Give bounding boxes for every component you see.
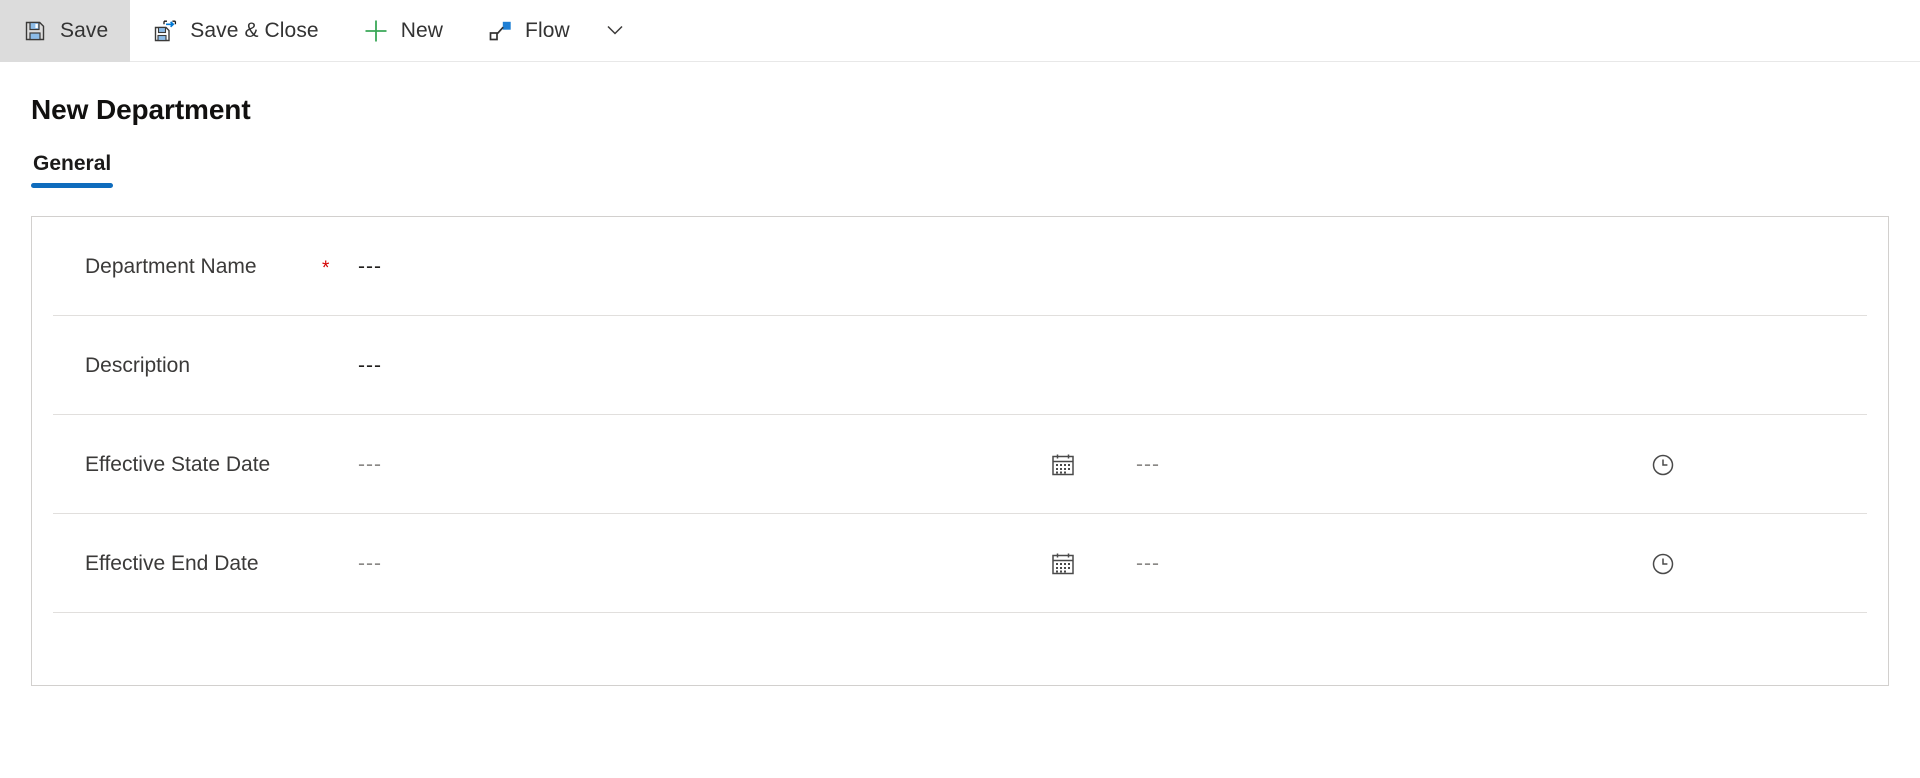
field-value-effective-end-date[interactable]: --- (358, 552, 382, 576)
required-indicator-description (322, 364, 358, 368)
flow-button-label: Flow (525, 19, 570, 42)
flow-button[interactable]: Flow (465, 0, 592, 62)
date-slot-effective-state-date: --- (358, 450, 1078, 480)
page-title: New Department (31, 94, 251, 125)
tab-general[interactable]: General (31, 152, 114, 188)
field-label-effective-end-date: Effective End Date (85, 551, 259, 575)
tab-strip: General (0, 126, 1920, 188)
field-value-description[interactable]: --- (358, 354, 382, 378)
general-form-card: Department Name * --- Description --- Ef… (31, 216, 1889, 686)
save-button[interactable]: Save (0, 0, 131, 62)
calendar-icon[interactable] (1048, 450, 1078, 480)
form-row-description: Description --- (32, 316, 1888, 415)
new-button[interactable]: New (341, 0, 465, 62)
page-body: New Department General Department Name *… (0, 62, 1920, 686)
time-slot-effective-state-date: --- (1078, 450, 1678, 480)
time-slot-effective-end-date: --- (1078, 549, 1678, 579)
save-icon (22, 18, 48, 44)
field-label-description: Description (85, 353, 191, 377)
clock-icon[interactable] (1648, 549, 1678, 579)
clock-icon[interactable] (1648, 450, 1678, 480)
save-and-close-icon (152, 18, 178, 44)
overflow-chevron-button[interactable] (592, 0, 638, 62)
tab-selected-indicator (31, 183, 114, 188)
form-row-department-name: Department Name * --- (32, 217, 1888, 316)
field-value-effective-state-date[interactable]: --- (358, 453, 382, 477)
field-label-effective-state-date: Effective State Date (85, 452, 271, 476)
required-indicator-department-name: * (322, 258, 330, 279)
form-row-effective-state-date: Effective State Date --- --- (32, 415, 1888, 514)
field-value-department-name[interactable]: --- (358, 255, 382, 279)
row-divider (53, 612, 1867, 613)
chevron-down-icon (604, 19, 626, 44)
save-and-close-button[interactable]: Save & Close (130, 0, 340, 62)
date-slot-effective-end-date: --- (358, 549, 1078, 579)
required-indicator-effective-state-date (322, 463, 358, 467)
form-row-effective-end-date: Effective End Date --- --- (32, 514, 1888, 613)
field-time-value-effective-end-date[interactable]: --- (1136, 552, 1160, 576)
new-button-label: New (400, 19, 444, 42)
command-bar: Save Save & Close New Flow (0, 0, 1920, 62)
field-time-value-effective-state-date[interactable]: --- (1136, 453, 1160, 477)
tab-general-label: General (33, 152, 112, 175)
field-label-department-name: Department Name (85, 254, 257, 278)
calendar-icon[interactable] (1048, 549, 1078, 579)
save-button-label: Save (60, 19, 109, 42)
required-indicator-effective-end-date (322, 562, 358, 566)
flow-icon (487, 18, 513, 44)
add-icon (363, 18, 389, 44)
save-and-close-button-label: Save & Close (190, 19, 319, 42)
